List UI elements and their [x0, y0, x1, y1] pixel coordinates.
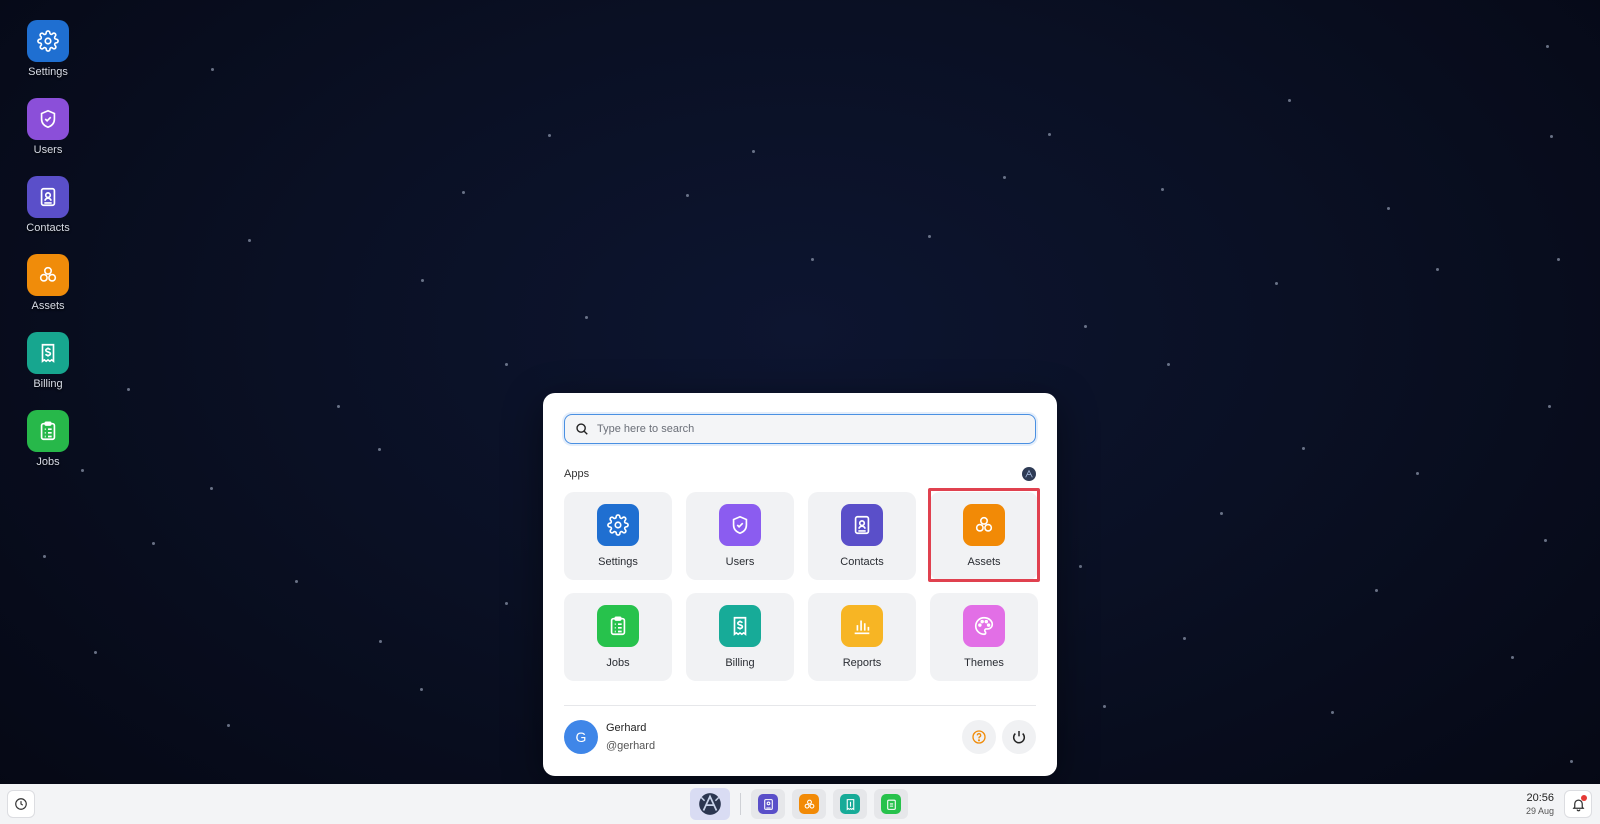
- app-tile-label: Assets: [967, 556, 1001, 568]
- desktop-icon-label: Users: [33, 144, 63, 156]
- receipt-dollar-icon: [719, 605, 761, 647]
- app-tile-jobs[interactable]: Jobs: [564, 593, 672, 681]
- notifications-button[interactable]: [1564, 790, 1592, 818]
- app-tile-billing[interactable]: Billing: [686, 593, 794, 681]
- clock-time: 20:56: [1526, 792, 1554, 804]
- bar-chart-icon: [841, 605, 883, 647]
- app-tile-assets[interactable]: Assets: [928, 488, 1040, 582]
- shield-check-icon: [27, 98, 69, 140]
- desktop-icon-label: Contacts: [26, 222, 70, 234]
- help-button[interactable]: [962, 720, 996, 754]
- logo-icon[interactable]: [1022, 467, 1036, 481]
- app-tile-label: Jobs: [606, 657, 630, 669]
- apps-grid: Settings Users Contacts Assets Jobs Bill…: [564, 488, 1040, 681]
- boxes-icon: [27, 254, 69, 296]
- taskbar-app-jobs[interactable]: [874, 789, 908, 819]
- app-tile-reports[interactable]: Reports: [808, 593, 916, 681]
- taskbar-app-billing[interactable]: [833, 789, 867, 819]
- taskbar-app-assets[interactable]: [792, 789, 826, 819]
- taskbar-apps: [690, 788, 915, 820]
- start-button[interactable]: [690, 788, 730, 820]
- search-box[interactable]: [564, 414, 1036, 444]
- desktop-icon-contacts[interactable]: Contacts: [16, 176, 80, 234]
- desktop-icon-jobs[interactable]: Jobs: [16, 410, 80, 468]
- app-launcher: Apps Settings Users Contacts: [543, 393, 1057, 776]
- gear-icon: [27, 20, 69, 62]
- contact-book-icon: [841, 504, 883, 546]
- power-icon: [1011, 729, 1027, 745]
- avatar[interactable]: G: [564, 720, 598, 754]
- desktop-icon-label: Settings: [28, 66, 68, 78]
- help-icon: [971, 729, 987, 745]
- search-input[interactable]: [597, 423, 1025, 435]
- app-tile-label: Reports: [842, 657, 882, 669]
- taskbar-app-contacts[interactable]: [751, 789, 785, 819]
- boxes-icon: [963, 504, 1005, 546]
- clipboard-icon: [881, 794, 901, 814]
- palette-icon: [963, 605, 1005, 647]
- user-name: Gerhard: [606, 722, 647, 734]
- desktop-icons: Settings Users Contacts Assets Billing J…: [16, 20, 80, 488]
- gear-icon: [597, 504, 639, 546]
- apps-section-title: Apps: [564, 468, 590, 480]
- receipt-dollar-icon: [27, 332, 69, 374]
- desktop-icon-label: Jobs: [36, 456, 60, 468]
- history-button[interactable]: [7, 790, 35, 818]
- app-tile-themes[interactable]: Themes: [930, 593, 1038, 681]
- app-tile-label: Users: [725, 556, 755, 568]
- app-tile-users[interactable]: Users: [686, 492, 794, 580]
- desktop-icon-label: Billing: [33, 378, 63, 390]
- search-icon: [575, 422, 589, 436]
- taskbar: 20:56 29 Aug: [0, 784, 1600, 824]
- receipt-dollar-icon: [840, 794, 860, 814]
- desktop-icon-users[interactable]: Users: [16, 98, 80, 156]
- clipboard-icon: [597, 605, 639, 647]
- desktop-icon-assets[interactable]: Assets: [16, 254, 80, 312]
- app-tile-label: Billing: [725, 657, 755, 669]
- desktop-icon-label: Assets: [31, 300, 65, 312]
- app-tile-label: Settings: [598, 556, 638, 568]
- notification-badge: [1581, 795, 1587, 801]
- desktop-icon-billing[interactable]: Billing: [16, 332, 80, 390]
- app-tile-label: Themes: [964, 657, 1004, 669]
- contact-book-icon: [27, 176, 69, 218]
- taskbar-separator: [740, 793, 741, 815]
- shield-check-icon: [719, 504, 761, 546]
- power-button[interactable]: [1002, 720, 1036, 754]
- user-panel: G Gerhard @gerhard: [564, 706, 1036, 768]
- user-handle: @gerhard: [606, 740, 656, 752]
- clock-icon: [14, 797, 28, 811]
- system-clock[interactable]: 20:56 29 Aug: [1526, 792, 1554, 816]
- app-tile-settings[interactable]: Settings: [564, 492, 672, 580]
- clipboard-icon: [27, 410, 69, 452]
- clock-date: 29 Aug: [1525, 806, 1554, 816]
- contact-book-icon: [758, 794, 778, 814]
- logo-icon: [697, 791, 723, 817]
- app-tile-contacts[interactable]: Contacts: [808, 492, 916, 580]
- app-tile-label: Contacts: [840, 556, 884, 568]
- desktop-icon-settings[interactable]: Settings: [16, 20, 80, 78]
- boxes-icon: [799, 794, 819, 814]
